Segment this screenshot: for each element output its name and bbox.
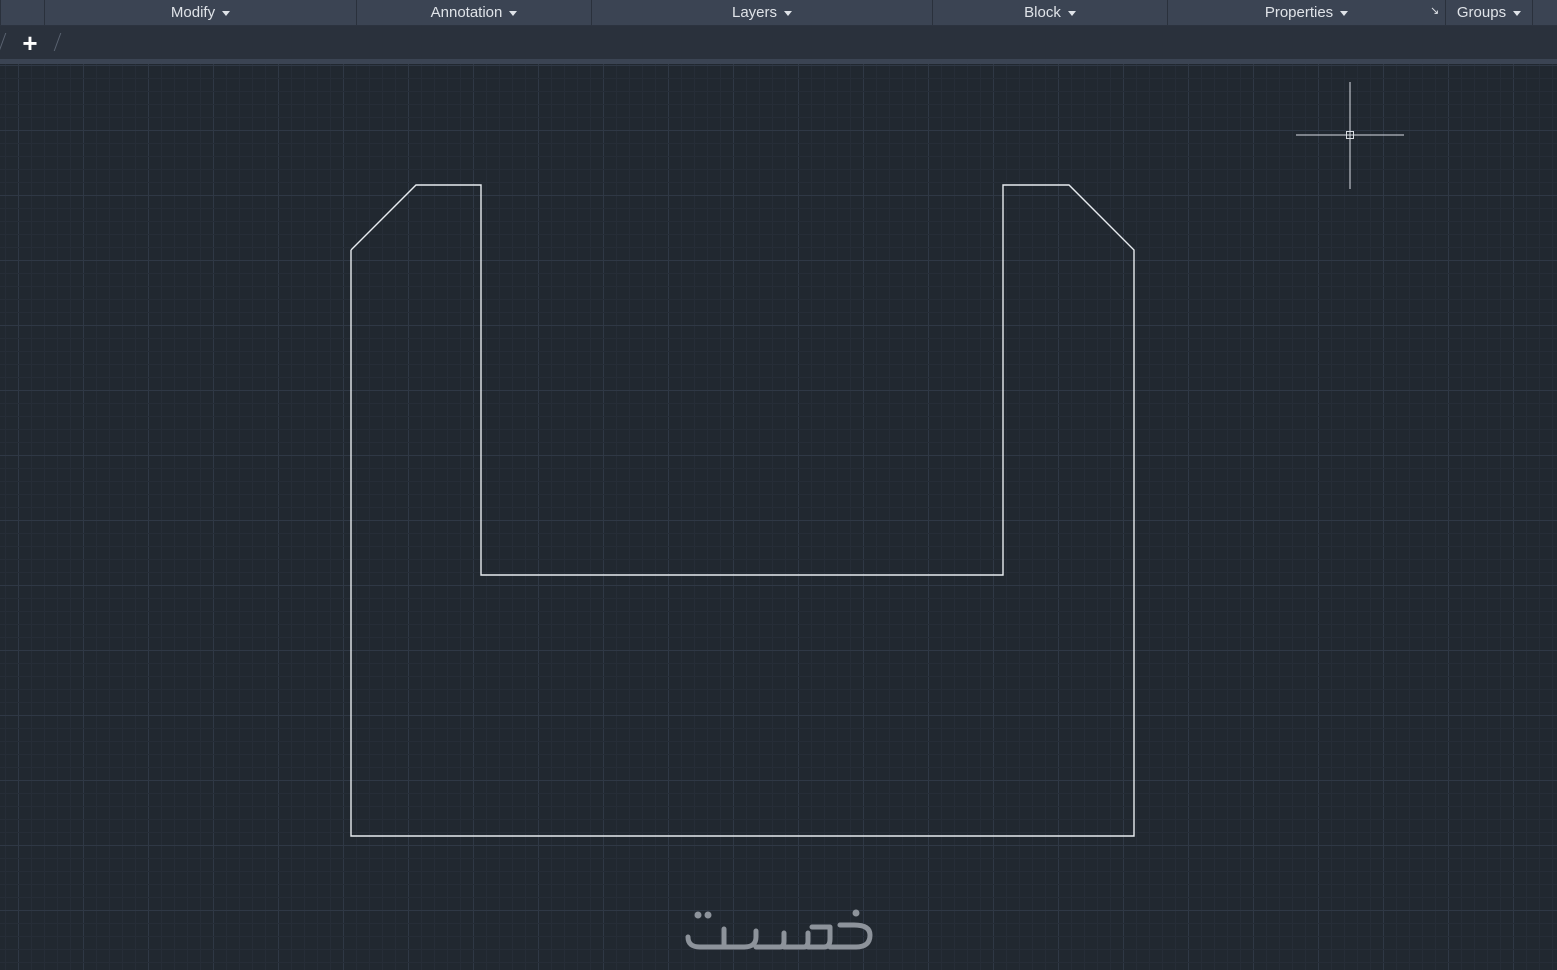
ribbon-panel-modify[interactable]: Modify <box>44 0 356 25</box>
dialog-launcher-icon[interactable]: ↘ <box>1430 4 1439 17</box>
ribbon-panel-bar: Modify Annotation Layers Block Propertie… <box>0 0 1557 26</box>
grid <box>0 64 1557 970</box>
u-shaped-polyline[interactable] <box>350 184 1135 837</box>
ribbon-panel-label: Layers <box>731 4 778 21</box>
file-tab-strip: + <box>0 26 1557 59</box>
chevron-down-icon <box>784 10 793 16</box>
drawing-canvas[interactable] <box>0 64 1557 970</box>
chevron-down-icon <box>509 10 518 16</box>
ribbon-panel-label: Modify <box>170 4 216 21</box>
chevron-down-icon <box>1067 10 1076 16</box>
chevron-down-icon <box>222 10 231 16</box>
ribbon-panel-block[interactable]: Block <box>932 0 1167 25</box>
ribbon-panel-annotation[interactable]: Annotation <box>356 0 591 25</box>
ribbon-panel-layers[interactable]: Layers <box>591 0 932 25</box>
chevron-down-icon <box>1513 10 1522 16</box>
ribbon-panel-empty <box>0 0 45 25</box>
ribbon-panel-label: Block <box>1024 4 1061 21</box>
ribbon-panel-empty <box>1532 0 1557 25</box>
new-tab-button[interactable]: + <box>19 29 41 57</box>
ribbon-panel-label: Groups <box>1456 4 1507 21</box>
model-space[interactable] <box>0 64 1557 970</box>
ribbon-panel-label: Annotation <box>430 4 503 21</box>
tab-separator <box>53 33 62 51</box>
ribbon-panel-groups[interactable]: Groups <box>1445 0 1532 25</box>
tab-separator <box>0 33 7 51</box>
ribbon-panel-label: Properties <box>1264 4 1334 21</box>
watermark-logo <box>685 909 873 950</box>
chevron-down-icon <box>1340 10 1349 16</box>
ribbon-panel-properties[interactable]: Properties ↘ <box>1167 0 1445 25</box>
crosshair-cursor-icon <box>1296 82 1404 189</box>
